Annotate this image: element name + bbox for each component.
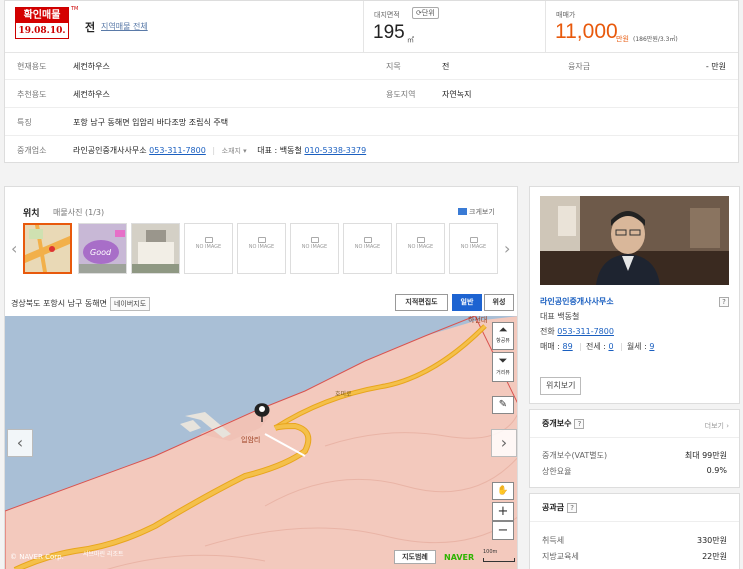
fee-vat-label: 중개보수(VAT별도)	[542, 451, 608, 460]
map-address: 경상북도 포항시 남구 동해면 네이버지도	[11, 297, 151, 311]
price-label: 매매가	[556, 11, 576, 19]
tax-title: 공과금?	[542, 502, 578, 513]
thumbnail-empty: NO IMAGE	[396, 223, 445, 274]
office-location-toggle[interactable]: 소재지 ▾	[222, 147, 247, 155]
location-panel: 위치 매물사진 (1/3) 크게보기 ‹ › Good NO IMAGE NO …	[4, 186, 518, 569]
all-area-items-link[interactable]: 지역매물 전체	[101, 21, 148, 32]
fee-more-link[interactable]: 더보기 ›	[705, 421, 729, 431]
office-phone-link[interactable]: 053-311-7800	[149, 146, 206, 155]
representative-phone-link[interactable]: 010-5338-3379	[304, 146, 366, 155]
office-name: 라인공인중개사사무소	[73, 146, 147, 155]
map-label-hasun: 하선대	[468, 316, 487, 324]
verified-badge: 확인매물 19.08.10.	[15, 7, 69, 39]
thumbnail-house-image	[132, 224, 179, 273]
aerial-view-button[interactable]: ⏶ 항공뷰	[492, 322, 514, 350]
thumbnail-empty: NO IMAGE	[184, 223, 233, 274]
enlarge-button[interactable]: 크게보기	[458, 207, 495, 217]
row-office: 중개업소 라인공인중개사사무소 053-311-7800 | 소재지 ▾ 대표 …	[17, 146, 367, 155]
thumbnail-map-image	[25, 225, 70, 272]
thumbnail-empty: NO IMAGE	[343, 223, 392, 274]
row-current-use: 현재용도 세컨하우스 지목 전 융자금 - 만원	[5, 53, 738, 80]
agent-listing-counts: 매매 : 89 | 전세 : 0 | 월세 : 9	[540, 342, 655, 351]
monthly-count-link[interactable]: 9	[649, 342, 654, 351]
trademark: TM	[71, 6, 79, 12]
map-prev-arrow[interactable]: ‹	[7, 429, 33, 457]
map-view[interactable]: 입암리 호미로 하선대 서브마린 리조트	[5, 316, 517, 569]
price-per-pyeong: (186만원/3.3㎡)	[633, 36, 678, 43]
agent-photo-image	[540, 196, 729, 285]
thumb-prev-arrow[interactable]: ‹	[11, 239, 17, 258]
acquisition-tax-label: 취득세	[542, 536, 565, 545]
thumbnail-good-text: Good	[90, 248, 112, 257]
verified-badge-date: 19.08.10.	[18, 26, 66, 36]
unit-toggle-button[interactable]: ⟳단위	[412, 7, 439, 19]
taxes-card: 공과금? 취득세 330만원 지방교육세 22만원	[529, 493, 740, 569]
verified-badge-label: 확인매물	[16, 8, 68, 23]
summary-header: 확인매물 19.08.10. TM 전 지역매물 전체 대지면적 ⟳단위 195…	[5, 1, 738, 53]
representative-label: 대표 : 백동철	[257, 146, 302, 155]
map-label-village: 입암리	[241, 435, 260, 444]
map-label-resort: 서브마린 리조트	[83, 550, 124, 558]
area-label: 대지면적	[374, 11, 400, 19]
agent-name[interactable]: 라인공인중개사사무소	[540, 296, 614, 307]
thumbnail-1[interactable]	[23, 223, 72, 274]
area-unit: ㎡	[407, 36, 414, 44]
agent-card: 라인공인중개사사무소 ? 대표 백동철 전화 053-311-7800 매매 :…	[529, 186, 740, 404]
street-view-button[interactable]: ⏷ 거리뷰	[492, 352, 514, 382]
jeonse-count-link[interactable]: 0	[608, 342, 613, 351]
zoom-in-button[interactable]: +	[492, 502, 514, 521]
map-next-arrow[interactable]: ›	[491, 429, 517, 457]
ruler-icon[interactable]: ✎	[492, 396, 514, 414]
map-label-road: 호미로	[335, 390, 352, 398]
map-canvas: 입암리 호미로 하선대 서브마린 리조트	[5, 316, 517, 569]
agent-help-icon[interactable]: ?	[719, 297, 729, 307]
agent-photo	[540, 196, 729, 285]
land-category: 전	[85, 21, 96, 34]
normal-map-button[interactable]: 일반	[452, 294, 482, 311]
satellite-map-button[interactable]: 위성	[484, 294, 514, 311]
thumbnail-photo-image: Good	[79, 224, 126, 273]
map-copyright: © NAVER Corp.	[10, 553, 64, 561]
street-view-icon: ⏷	[498, 354, 508, 367]
price-unit: 만원	[616, 35, 629, 43]
sale-count-link[interactable]: 89	[563, 342, 573, 351]
map-legend-button[interactable]: 지도범례	[394, 550, 436, 564]
agent-rep: 대표 백동철	[540, 312, 580, 321]
hand-icon[interactable]: ✋	[492, 482, 514, 500]
thumbnail-empty: NO IMAGE	[237, 223, 286, 274]
brokerage-fee-card: 중개보수? 더보기 › 중개보수(VAT별도) 최대 99만원 상한요율 0.9…	[529, 409, 740, 488]
location-title: 위치	[23, 209, 40, 219]
price-value: 11,000	[555, 20, 618, 43]
row-feature: 특징 포항 남구 동해면 입암리 바다조망 조립식 주택	[5, 109, 738, 136]
area-value: 195	[373, 22, 405, 43]
fee-rate-value: 0.9%	[706, 466, 727, 475]
fee-title: 중개보수?	[542, 418, 585, 429]
map-scale: 100m	[483, 549, 498, 555]
fee-rate-label: 상한요율	[542, 467, 572, 476]
property-summary-panel: 확인매물 19.08.10. TM 전 지역매물 전체 대지면적 ⟳단위 195…	[4, 0, 739, 163]
zoom-out-button[interactable]: −	[492, 521, 514, 540]
thumbnail-2[interactable]: Good	[78, 223, 127, 274]
photo-count: 매물사진 (1/3)	[53, 208, 105, 217]
view-location-button[interactable]: 위치보기	[540, 377, 582, 395]
naver-logo: NAVER	[444, 553, 475, 562]
thumbnail-empty: NO IMAGE	[290, 223, 339, 274]
row-recommended-use: 추천용도 세컨하우스 용도지역 자연녹지	[5, 81, 738, 108]
education-tax-value: 22만원	[702, 552, 727, 561]
naver-map-button[interactable]: 네이버지도	[109, 297, 151, 311]
thumb-next-arrow[interactable]: ›	[504, 239, 510, 258]
aerial-view-icon: ⏶	[498, 323, 508, 336]
agent-phone: 전화 053-311-7800	[540, 327, 614, 336]
education-tax-label: 지방교육세	[542, 552, 579, 561]
agent-phone-link[interactable]: 053-311-7800	[557, 327, 614, 336]
thumbnail-3[interactable]	[131, 223, 180, 274]
thumbnail-empty: NO IMAGE	[449, 223, 498, 274]
cadastral-map-button[interactable]: 지적편집도	[395, 294, 448, 311]
acquisition-tax-value: 330만원	[697, 536, 727, 545]
tax-help-icon[interactable]: ?	[567, 503, 578, 513]
fee-vat-value: 최대 99만원	[684, 451, 727, 460]
map-scale-bar	[483, 558, 515, 562]
enlarge-icon	[458, 208, 467, 215]
fee-help-icon[interactable]: ?	[574, 419, 585, 429]
